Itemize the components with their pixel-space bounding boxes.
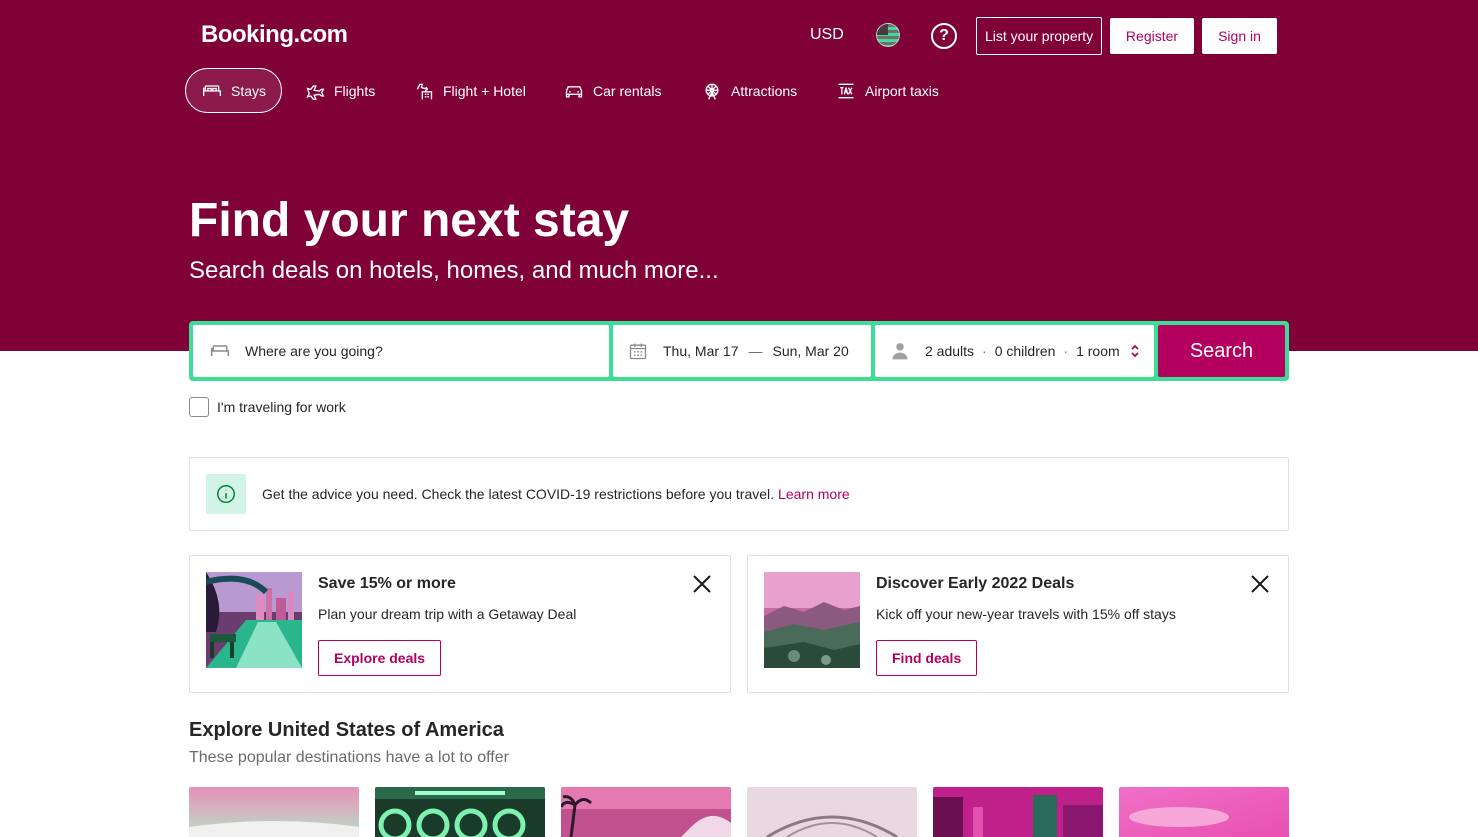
help-icon[interactable]: ?	[931, 23, 957, 49]
booking-logo[interactable]: Booking.com	[201, 21, 348, 49]
page-title: Find your next stay	[189, 194, 630, 247]
list-property-button[interactable]: List your property	[976, 17, 1103, 55]
deal-text: Kick off your new-year travels with 15% …	[876, 606, 1176, 622]
plane-hotel-icon	[413, 80, 435, 102]
register-button[interactable]: Register	[1110, 18, 1194, 54]
us-flag-icon[interactable]	[876, 23, 900, 47]
tab-flight-hotel-label: Flight + Hotel	[443, 82, 526, 99]
tab-stays-label: Stays	[231, 82, 267, 99]
search-bar: Where are you going? Thu, Mar 17 — Sun, …	[189, 321, 1289, 381]
checkin-date[interactable]: Thu, Mar 17	[663, 343, 738, 359]
bed-icon	[209, 340, 231, 362]
plane-icon	[304, 80, 326, 102]
destination-card[interactable]	[189, 787, 359, 837]
work-travel-label: I'm traveling for work	[217, 399, 346, 415]
find-deals-button[interactable]: Find deals	[876, 640, 978, 676]
destination-placeholder: Where are you going?	[245, 343, 383, 359]
children-count: 0 children	[994, 343, 1056, 359]
tab-stays[interactable]: Stays	[185, 68, 283, 113]
work-travel-option[interactable]: I'm traveling for work	[189, 397, 346, 417]
destination-card[interactable]	[933, 787, 1103, 837]
deal-image-park	[206, 572, 302, 668]
ferris-wheel-icon	[701, 80, 723, 102]
info-icon	[206, 474, 246, 514]
car-icon	[563, 80, 585, 102]
rooms-count: 1 room	[1076, 343, 1120, 359]
close-icon[interactable]	[1248, 572, 1272, 596]
tab-airport-taxis-label: Airport taxis	[865, 82, 939, 99]
work-travel-checkbox[interactable]	[189, 397, 209, 417]
tab-flight-hotel[interactable]: Flight + Hotel	[398, 68, 541, 113]
tab-flights[interactable]: Flights	[289, 68, 390, 113]
deal-image-landscape	[764, 572, 860, 668]
covid-text: Get the advice you need. Check the lates…	[262, 486, 775, 502]
separator-dot: ·	[982, 343, 987, 359]
deal-title: Discover Early 2022 Deals	[876, 575, 1075, 592]
destination-card[interactable]	[747, 787, 917, 837]
tab-flights-label: Flights	[334, 82, 376, 99]
explore-deals-button[interactable]: Explore deals	[318, 640, 442, 676]
destination-card[interactable]	[1119, 787, 1289, 837]
search-button[interactable]: Search	[1158, 325, 1285, 377]
tab-car-rentals-label: Car rentals	[593, 82, 662, 99]
deal-text: Plan your dream trip with a Getaway Deal	[318, 606, 577, 622]
deal-title: Save 15% or more	[318, 575, 456, 592]
covid-banner: Get the advice you need. Check the lates…	[189, 457, 1289, 531]
separator-dot: ·	[1063, 343, 1069, 359]
date-picker[interactable]: Thu, Mar 17 — Sun, Mar 20	[613, 325, 871, 377]
tab-attractions[interactable]: Attractions	[686, 68, 812, 113]
learn-more-link[interactable]: Learn more	[778, 486, 850, 502]
taxi-icon	[835, 80, 857, 102]
page-subtitle: Search deals on hotels, homes, and much …	[189, 257, 719, 284]
deal-card: Save 15% or more Plan your dream trip wi…	[189, 555, 731, 693]
checkout-date[interactable]: Sun, Mar 20	[772, 343, 848, 359]
calendar-icon	[627, 340, 649, 362]
chevron-updown-icon	[1131, 344, 1139, 358]
explore-subtitle: These popular destinations have a lot to…	[189, 749, 509, 766]
destination-card[interactable]	[375, 787, 545, 837]
guests-selector[interactable]: 2 adults · 0 children · 1 room	[875, 325, 1154, 377]
sign-in-button[interactable]: Sign in	[1202, 18, 1277, 54]
destination-card[interactable]	[561, 787, 731, 837]
date-separator: —	[748, 343, 763, 359]
person-icon	[889, 340, 911, 362]
bed-icon	[201, 80, 223, 102]
tab-attractions-label: Attractions	[731, 82, 798, 99]
explore-title: Explore United States of America	[189, 719, 504, 741]
deal-card: Discover Early 2022 Deals Kick off your …	[747, 555, 1289, 693]
currency-selector[interactable]: USD	[810, 26, 844, 44]
close-icon[interactable]	[690, 572, 714, 596]
tab-car-rentals[interactable]: Car rentals	[548, 68, 676, 113]
adults-count: 2 adults	[925, 343, 975, 359]
destination-input[interactable]: Where are you going?	[193, 325, 609, 377]
tab-airport-taxis[interactable]: Airport taxis	[820, 68, 954, 113]
